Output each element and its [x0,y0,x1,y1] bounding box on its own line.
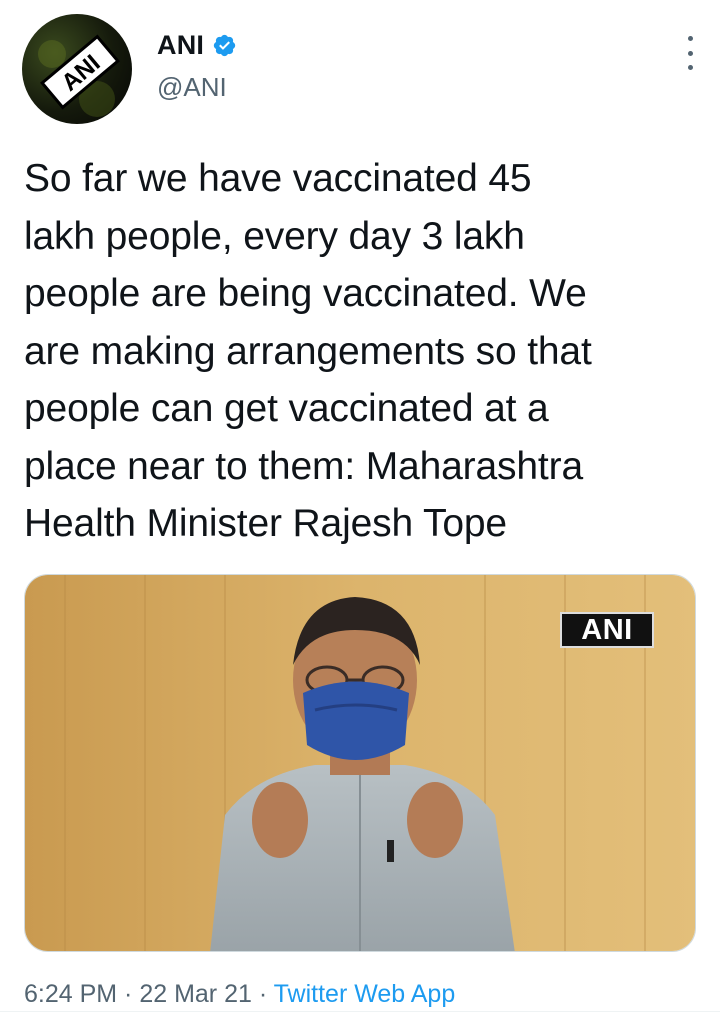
tweet-text-line: people are being vaccinated. We [24,272,587,315]
tweet-time[interactable]: 6:24 PM [24,980,117,1008]
tweet-text: So far we have vaccinated 45 lakh people… [24,150,694,553]
verified-badge-icon [213,34,236,56]
more-options-icon[interactable] [678,36,702,70]
tweet-meta: 6:24 PM · 22 Mar 21 · Twitter Web App [24,980,456,1008]
tweet-date[interactable]: 22 Mar 21 [139,980,252,1008]
tweet-text-line: place near to them: Maharashtra [24,444,583,488]
avatar[interactable]: ANI [22,14,132,124]
tweet-media-image[interactable]: ANI [24,574,696,952]
display-name[interactable]: ANI [157,30,204,61]
author-names: ANI @ANI [157,28,237,103]
tweet-text-line: lakh people, every day 3 lakh [24,214,525,258]
tweet-text-line: are making arrangements so that [24,329,592,373]
tweet-text-line: So far we have vaccinated 45 [24,157,532,200]
tweet-header: ANI ANI @ANI [22,14,702,124]
ani-logo-icon: ANI [38,34,120,117]
divider [0,1011,720,1012]
tweet-text-line: Health Minister Rajesh Tope [24,502,507,545]
tweet-text-line: people can get vaccinated at a [24,387,549,430]
media-watermark: ANI [560,612,654,648]
tweet-source-link[interactable]: Twitter Web App [274,980,456,1008]
user-handle[interactable]: @ANI [157,72,237,103]
